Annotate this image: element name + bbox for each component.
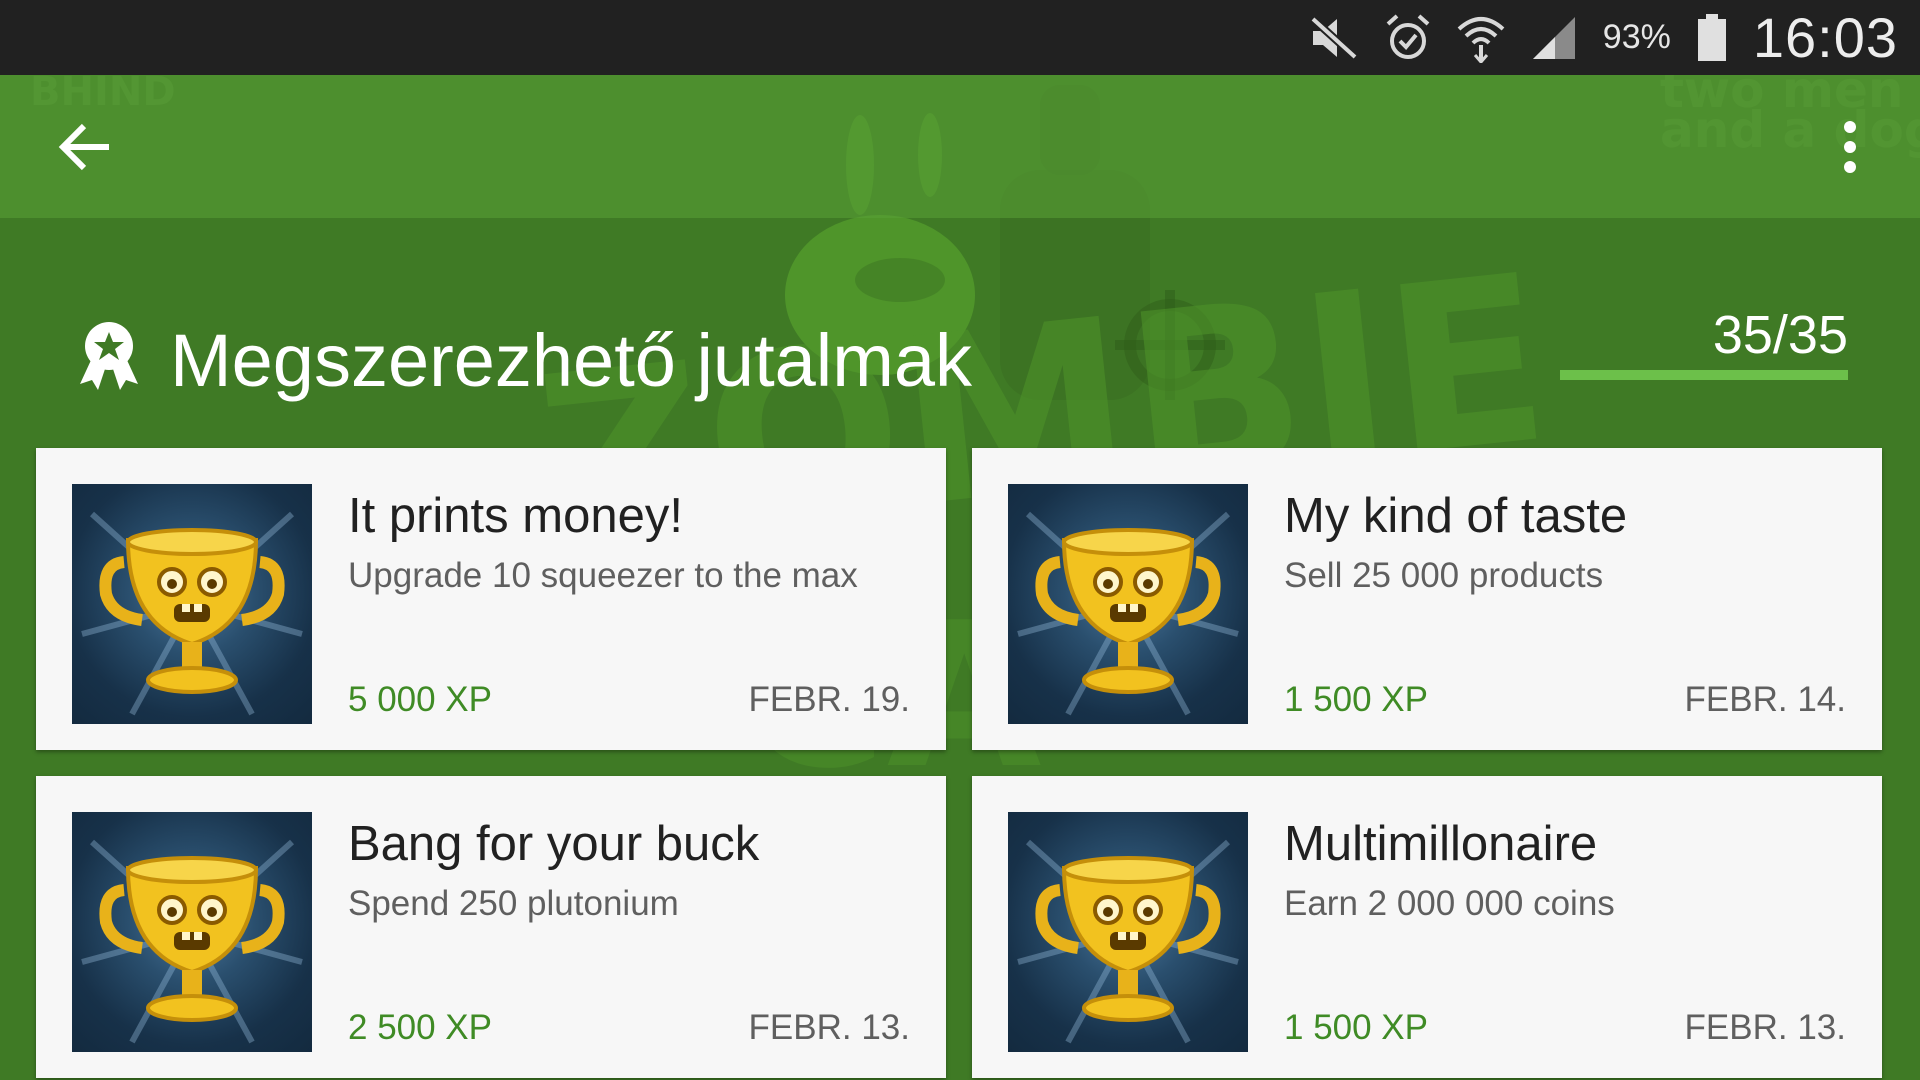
more-vert-icon [1842,119,1858,180]
achievement-description: Upgrade 10 squeezer to the max [348,556,858,595]
toolbar [0,75,1920,218]
achievement-thumbnail [1008,812,1248,1052]
overflow-menu-button[interactable] [1820,113,1880,185]
achievement-xp: 1 500 XP [1284,1008,1428,1047]
achievement-title: My kind of taste [1284,489,1628,543]
status-icons: 93% 16:03 [1309,0,1898,75]
achievement-date: FEBR. 14. [1684,680,1846,719]
achievement-title: Multimillonaire [1284,817,1598,871]
signal-icon [1531,15,1577,61]
back-button[interactable] [48,113,120,185]
achievement-thumbnail [72,484,312,724]
battery-icon [1697,13,1727,62]
achievement-title: It prints money! [348,489,683,543]
page-title: Megszerezhető jutalmak [170,319,973,402]
achievement-thumbnail [72,812,312,1052]
achievement-xp: 2 500 XP [348,1008,492,1047]
wifi-icon [1457,13,1505,63]
achievement-card[interactable]: It prints money! Upgrade 10 squeezer to … [36,448,946,750]
achievement-date: FEBR. 19. [748,680,910,719]
achievement-card[interactable]: Multimillonaire Earn 2 000 000 coins 1 5… [972,776,1882,1078]
progress-bar-fill [1560,370,1848,380]
achievement-date: FEBR. 13. [1684,1008,1846,1047]
achievement-card[interactable]: Bang for your buck Spend 250 plutonium 2… [36,776,946,1078]
achievement-date: FEBR. 13. [748,1008,910,1047]
achievement-description: Spend 250 plutonium [348,884,679,923]
achievement-description: Sell 25 000 products [1284,556,1604,595]
progress-bar [1560,370,1848,380]
status-bar: 93% 16:03 [0,0,1920,75]
achievement-card[interactable]: My kind of taste Sell 25 000 products 1 … [972,448,1882,750]
achievement-xp: 1 500 XP [1284,680,1428,719]
achievement-xp: 5 000 XP [348,680,492,719]
battery-percent: 93% [1602,18,1671,56]
award-ribbon-icon [78,320,140,395]
achievement-thumbnail [1008,484,1248,724]
mute-icon [1309,15,1359,61]
section-header: Megszerezhető jutalmak 35/35 [0,290,1920,410]
alarm-icon [1385,14,1431,62]
clock: 16:03 [1752,6,1898,69]
trophy-icon [72,839,312,1052]
back-arrow-icon [57,122,111,177]
achievement-description: Earn 2 000 000 coins [1284,884,1615,923]
progress-count: 35/35 [1712,305,1848,365]
trophy-icon [1008,511,1248,724]
achievement-title: Bang for your buck [348,817,760,871]
trophy-icon [1008,839,1248,1052]
trophy-icon [72,511,312,724]
